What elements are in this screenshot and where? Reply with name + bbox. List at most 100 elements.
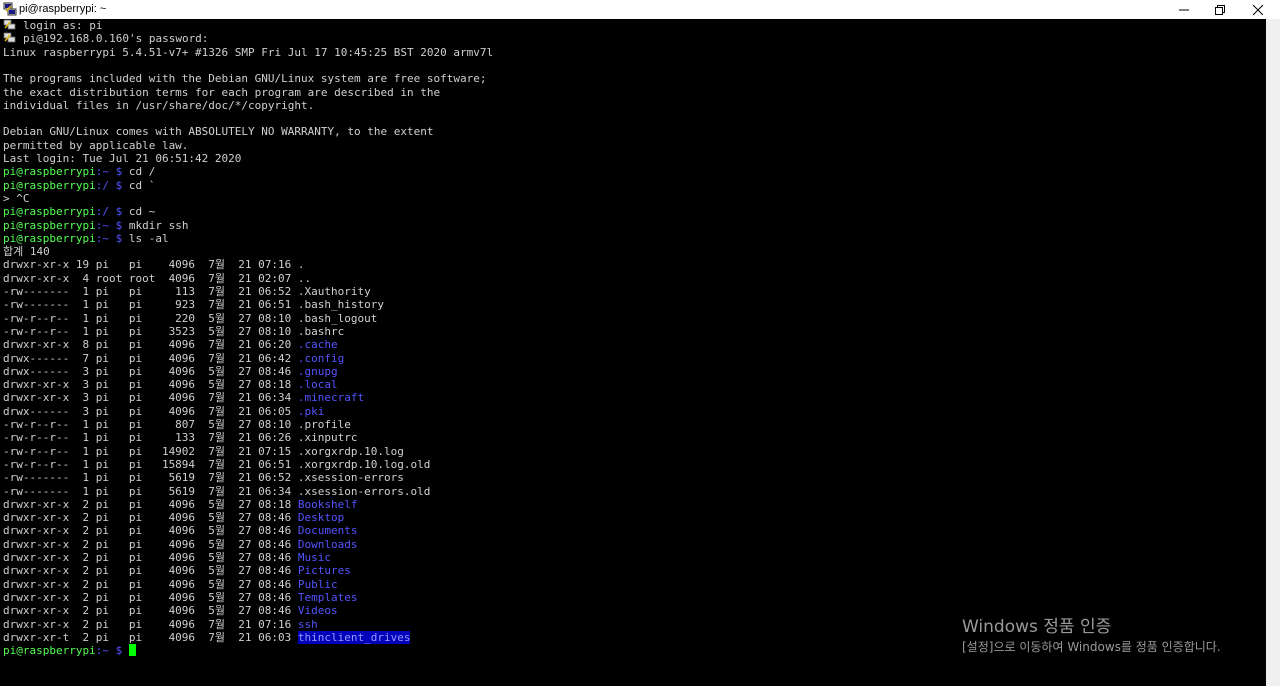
command-text: cd ~	[128, 205, 156, 218]
motd-text: permitted by applicable law.	[3, 139, 189, 152]
key-icon	[3, 19, 16, 30]
restore-button[interactable]	[1202, 0, 1238, 19]
prompt-separator	[109, 205, 116, 218]
listing-row: drwx------ 3 pi pi 4096 5월 27 08:46 .gnu…	[3, 365, 338, 378]
activation-subtitle: [설정]으로 이동하여 Windows를 정품 인증합니다.	[962, 640, 1221, 654]
prompt-separator	[122, 644, 129, 657]
file-meta: drwxr-xr-x 2 pi pi 4096 5월 27 08:46	[3, 524, 298, 537]
final-prompt-line: pi@raspberrypi:~ $	[3, 644, 136, 657]
total-line: 합계 140	[3, 245, 50, 258]
file-name: .xsession-errors.old	[297, 485, 431, 498]
listing-row: -rw------- 1 pi pi 5619 7월 21 06:52 .xse…	[3, 471, 404, 484]
login-line: login as: pi	[3, 19, 102, 32]
listing-row: drwxr-xr-x 3 pi pi 4096 7월 21 06:34 .min…	[3, 391, 364, 404]
listing-row: drwxr-xr-t 2 pi pi 4096 7월 21 06:03 thin…	[3, 631, 411, 644]
scrollbar[interactable]	[1266, 19, 1280, 686]
command-line: pi@raspberrypi:/ $ cd ~	[3, 205, 155, 218]
file-name: Public	[297, 578, 338, 591]
close-button[interactable]	[1240, 0, 1276, 19]
listing-row: drwxr-xr-x 4 root root 4096 7월 21 02:07 …	[3, 272, 311, 285]
prompt-path: :~	[95, 232, 109, 245]
prompt-path: :/	[95, 179, 109, 192]
prompt-path: :~	[95, 165, 109, 178]
motd-text: Debian GNU/Linux comes with ABSOLUTELY N…	[3, 125, 434, 138]
file-meta: drwxr-xr-x 2 pi pi 4096 5월 27 08:46	[3, 511, 298, 524]
file-name: .bash_history	[297, 298, 384, 311]
file-name: Documents	[297, 524, 358, 537]
listing-row: drwx------ 7 pi pi 4096 7월 21 06:42 .con…	[3, 352, 344, 365]
prompt-separator	[122, 232, 129, 245]
listing-row: drwxr-xr-x 2 pi pi 4096 5월 27 08:46 Vide…	[3, 604, 338, 617]
listing-row: -rw-r--r-- 1 pi pi 220 5월 27 08:10 .bash…	[3, 312, 377, 325]
prompt-separator	[109, 644, 116, 657]
file-meta: -rw-r--r-- 1 pi pi 220 5월 27 08:10	[3, 312, 298, 325]
file-meta: drwxr-xr-x 2 pi pi 4096 7월 21 07:16	[3, 618, 298, 631]
file-name: .cache	[297, 338, 338, 351]
prompt-separator	[109, 165, 116, 178]
prompt-separator	[109, 179, 116, 192]
login-text: login as: pi	[23, 19, 103, 32]
listing-row: -rw-r--r-- 1 pi pi 133 7월 21 06:26 .xinp…	[3, 431, 358, 444]
listing-row: -rw------- 1 pi pi 113 7월 21 06:52 .Xaut…	[3, 285, 371, 298]
minimize-icon	[1179, 9, 1189, 10]
command-line: pi@raspberrypi:~ $ cd /	[3, 165, 155, 178]
prompt-user-host: pi@raspberrypi	[3, 165, 96, 178]
listing-row: drwx------ 3 pi pi 4096 7월 21 06:05 .pki	[3, 405, 324, 418]
file-meta: drwx------ 3 pi pi 4096 7월 21 06:05	[3, 405, 298, 418]
motd-line: The programs included with the Debian GN…	[3, 72, 486, 85]
command-line: pi@raspberrypi:~ $ ls -al	[3, 232, 169, 245]
file-meta: drwxr-xr-x 2 pi pi 4096 5월 27 08:46	[3, 591, 298, 604]
listing-row: drwxr-xr-x 2 pi pi 4096 5월 27 08:46 Down…	[3, 538, 358, 551]
file-meta: drwx------ 3 pi pi 4096 5월 27 08:46	[3, 365, 298, 378]
file-name: thinclient_drives	[297, 631, 411, 644]
file-name: ..	[297, 272, 312, 285]
file-name: Music	[297, 551, 332, 564]
listing-row: drwxr-xr-x 2 pi pi 4096 5월 27 08:46 Temp…	[3, 591, 358, 604]
file-name: Bookshelf	[297, 498, 358, 511]
command-line: pi@raspberrypi:~ $ mkdir ssh	[3, 219, 188, 232]
motd-text: Last login: Tue Jul 21 06:51:42 2020	[3, 152, 242, 165]
file-name: Videos	[297, 604, 338, 617]
file-name: Pictures	[297, 564, 351, 577]
file-meta: drwxr-xr-x 2 pi pi 4096 5월 27 08:46	[3, 604, 298, 617]
motd-line: the exact distribution terms for each pr…	[3, 86, 440, 99]
command-line: > ^C	[3, 192, 30, 205]
listing-row: -rw-r--r-- 1 pi pi 14902 7월 21 07:15 .xo…	[3, 445, 404, 458]
password-line: pi@192.168.0.160's password:	[3, 32, 208, 45]
motd-line: Last login: Tue Jul 21 06:51:42 2020	[3, 152, 241, 165]
listing-row: -rw------- 1 pi pi 923 7월 21 06:51 .bash…	[3, 298, 384, 311]
listing-row: -rw------- 1 pi pi 5619 7월 21 06:34 .xse…	[3, 485, 430, 498]
file-name: .pki	[297, 405, 325, 418]
file-name: Templates	[297, 591, 358, 604]
file-meta: -rw------- 1 pi pi 5619 7월 21 06:34	[3, 485, 298, 498]
listing-row: drwxr-xr-x 2 pi pi 4096 5월 27 08:46 Pict…	[3, 564, 351, 577]
listing-row: drwxr-xr-x 2 pi pi 4096 5월 27 08:46 Desk…	[3, 511, 344, 524]
restore-icon	[1215, 4, 1225, 15]
terminal-output[interactable]: login as: pi pi@192.168.0.160's password:…	[0, 19, 1266, 686]
minimize-button[interactable]	[1166, 0, 1202, 19]
file-meta: drwxr-xr-x 19 pi pi 4096 7월 21 07:16	[3, 258, 298, 271]
file-meta: drwxr-xr-t 2 pi pi 4096 7월 21 06:03	[3, 631, 298, 644]
listing-row: -rw-r--r-- 1 pi pi 3523 5월 27 08:10 .bas…	[3, 325, 344, 338]
putty-icon[interactable]	[3, 2, 17, 16]
file-meta: -rw-r--r-- 1 pi pi 133 7월 21 06:26	[3, 431, 298, 444]
file-name: .bashrc	[297, 325, 345, 338]
prompt-separator	[122, 179, 129, 192]
file-meta: -rw-r--r-- 1 pi pi 807 5월 27 08:10	[3, 418, 298, 431]
file-meta: drwxr-xr-x 8 pi pi 4096 7월 21 06:20	[3, 338, 298, 351]
file-name: .minecraft	[297, 391, 365, 404]
file-meta: -rw------- 1 pi pi 5619 7월 21 06:52	[3, 471, 298, 484]
motd-line: individual files in /usr/share/doc/*/cop…	[3, 99, 314, 112]
listing-row: drwxr-xr-x 2 pi pi 4096 5월 27 08:46 Publ…	[3, 578, 338, 591]
file-name: Desktop	[297, 511, 345, 524]
file-name: .	[297, 258, 305, 271]
file-meta: drwxr-xr-x 2 pi pi 4096 5월 27 08:18	[3, 498, 298, 511]
listing-row: drwxr-xr-x 2 pi pi 4096 5월 27 08:46 Musi…	[3, 551, 331, 564]
prompt-user-host: pi@raspberrypi	[3, 219, 96, 232]
file-name: Downloads	[297, 538, 358, 551]
motd-line: Debian GNU/Linux comes with ABSOLUTELY N…	[3, 125, 433, 138]
file-name: .bash_logout	[297, 312, 378, 325]
file-name: .local	[297, 378, 338, 391]
prompt-user-host: pi@raspberrypi	[3, 179, 96, 192]
file-meta: -rw-r--r-- 1 pi pi 3523 5월 27 08:10	[3, 325, 298, 338]
